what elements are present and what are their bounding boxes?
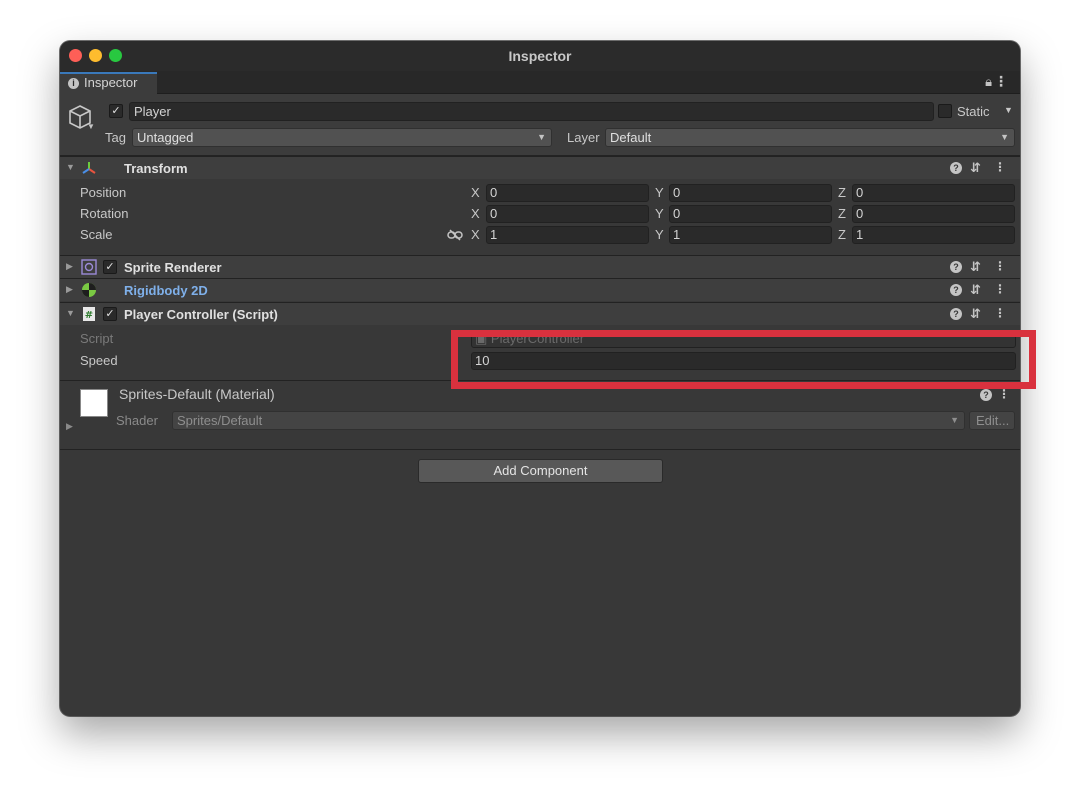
position-z-axis: Z [838,185,846,200]
lock-icon[interactable]: 🔒︎ [985,74,992,90]
sprite-renderer-icon [81,259,97,275]
presets-icon[interactable]: ⇵ [970,306,981,322]
player-controller-title: Player Controller (Script) [124,307,278,322]
chevron-down-icon: ▼ [950,415,959,425]
player-controller-header-icons: ? ⇵ ⋮ [950,306,1010,322]
kebab-menu-icon[interactable]: ⋮ [994,282,1006,296]
foldout-expanded-icon[interactable]: ▼ [66,162,75,172]
rotation-z-axis: Z [838,206,846,221]
unlinked-scale-icon[interactable] [447,229,463,241]
script-label: Script [80,331,114,346]
static-checkbox[interactable] [938,104,952,118]
help-icon[interactable]: ? [950,261,962,273]
position-label: Position [80,185,127,200]
gameobject-name-field[interactable]: Player [129,102,934,121]
scale-x-axis: X [471,227,480,242]
kebab-menu-icon[interactable]: ⋮ [998,387,1010,401]
svg-text:#: # [85,310,93,321]
static-label: Static [957,104,990,119]
foldout-collapsed-icon[interactable]: ▶ [66,284,73,295]
tab-label: Inspector [84,75,138,90]
rotation-z-field[interactable]: 0 [852,205,1015,223]
presets-icon[interactable]: ⇵ [970,259,981,275]
sprite-renderer-header[interactable]: ▶ ✓ Sprite Renderer ? ⇵ ⋮ [60,255,1020,278]
foldout-collapsed-icon[interactable]: ▶ [66,421,73,432]
script-icon: # [83,307,95,321]
chevron-down-icon: ▼ [537,132,546,142]
material-title: Sprites-Default (Material) [119,386,275,402]
shader-value: Sprites/Default [177,413,263,428]
rotation-y-axis: Y [655,206,664,221]
sprite-renderer-header-icons: ? ⇵ ⋮ [950,259,1010,275]
chevron-down-icon[interactable]: ▼ [87,122,95,131]
sprite-renderer-title: Sprite Renderer [124,260,222,275]
scale-x-field[interactable]: 1 [486,226,649,244]
rigidbody-2d-header[interactable]: ▶ Rigidbody 2D ? ⇵ ⋮ [60,278,1020,301]
rotation-x-field[interactable]: 0 [486,205,649,223]
help-icon[interactable]: ? [950,284,962,296]
player-controller-header[interactable]: ▼ # ✓ Player Controller (Script) ? ⇵ ⋮ [60,302,1020,325]
sprite-renderer-enabled-checkbox[interactable]: ✓ [103,260,117,274]
kebab-menu-icon[interactable]: ⋮ [994,73,1008,90]
tab-bar: i Inspector 🔒︎ ⋮ [60,71,1020,94]
rigidbody-2d-icon [82,283,96,297]
tag-value: Untagged [137,130,194,145]
help-icon[interactable]: ? [980,389,992,401]
tag-label: Tag [105,130,126,145]
shader-dropdown[interactable]: Sprites/Default ▼ [172,411,965,430]
speed-label: Speed [80,353,118,368]
tag-dropdown[interactable]: Untagged ▼ [132,128,552,147]
layer-value: Default [610,130,652,145]
scale-y-field[interactable]: 1 [669,226,832,244]
position-y-field[interactable]: 0 [669,184,832,202]
rigidbody-2d-header-icons: ? ⇵ ⋮ [950,282,1010,298]
player-controller-enabled-checkbox[interactable]: ✓ [103,307,117,321]
material-preview-swatch[interactable] [80,389,108,417]
foldout-collapsed-icon[interactable]: ▶ [66,261,73,272]
material-header-icons: ? ⋮ [980,387,1010,403]
transform-icon [82,162,96,174]
transform-title: Transform [124,161,188,176]
kebab-menu-icon[interactable]: ⋮ [994,259,1006,273]
shader-label: Shader [116,413,158,428]
presets-icon[interactable]: ⇵ [970,282,981,298]
static-dropdown-icon[interactable]: ▼ [1004,105,1013,115]
scale-z-field[interactable]: 1 [852,226,1015,244]
foldout-expanded-icon[interactable]: ▼ [66,308,75,318]
window-title: Inspector [508,48,572,64]
separator [60,449,1020,450]
gameobject-active-checkbox[interactable]: ✓ [109,104,123,118]
transform-header[interactable]: ▼ Transform ? ⇵ ⋮ [60,156,1020,179]
info-icon: i [68,78,79,89]
layer-dropdown[interactable]: Default ▼ [605,128,1015,147]
kebab-menu-icon[interactable]: ⋮ [994,160,1006,174]
help-icon[interactable]: ? [950,162,962,174]
position-x-field[interactable]: 0 [486,184,649,202]
rotation-label: Rotation [80,206,129,221]
kebab-menu-icon[interactable]: ⋮ [994,306,1006,320]
scale-y-axis: Y [655,227,664,242]
highlight-box [451,330,1036,389]
transform-header-icons: ? ⇵ ⋮ [950,160,1010,176]
presets-icon[interactable]: ⇵ [970,160,981,176]
rotation-x-axis: X [471,206,480,221]
transform-body: Position X 0 Y 0 Z 0 Rotation X 0 Y 0 Z … [60,179,1020,254]
position-y-axis: Y [655,185,664,200]
rotation-y-field[interactable]: 0 [669,205,832,223]
scale-label: Scale [80,227,113,242]
chevron-down-icon: ▼ [1000,132,1009,142]
shader-edit-button[interactable]: Edit... [969,411,1015,430]
add-component-button[interactable]: Add Component [418,459,663,483]
layer-label: Layer [567,130,600,145]
scale-z-axis: Z [838,227,846,242]
title-bar: Inspector [60,41,1020,71]
rigidbody-2d-title: Rigidbody 2D [124,283,208,298]
help-icon[interactable]: ? [950,308,962,320]
gameobject-header: ▼ ✓ Player Static ▼ Tag Untagged ▼ Layer… [60,94,1020,156]
position-z-field[interactable]: 0 [852,184,1015,202]
position-x-axis: X [471,185,480,200]
tab-inspector[interactable]: i Inspector [60,72,157,94]
